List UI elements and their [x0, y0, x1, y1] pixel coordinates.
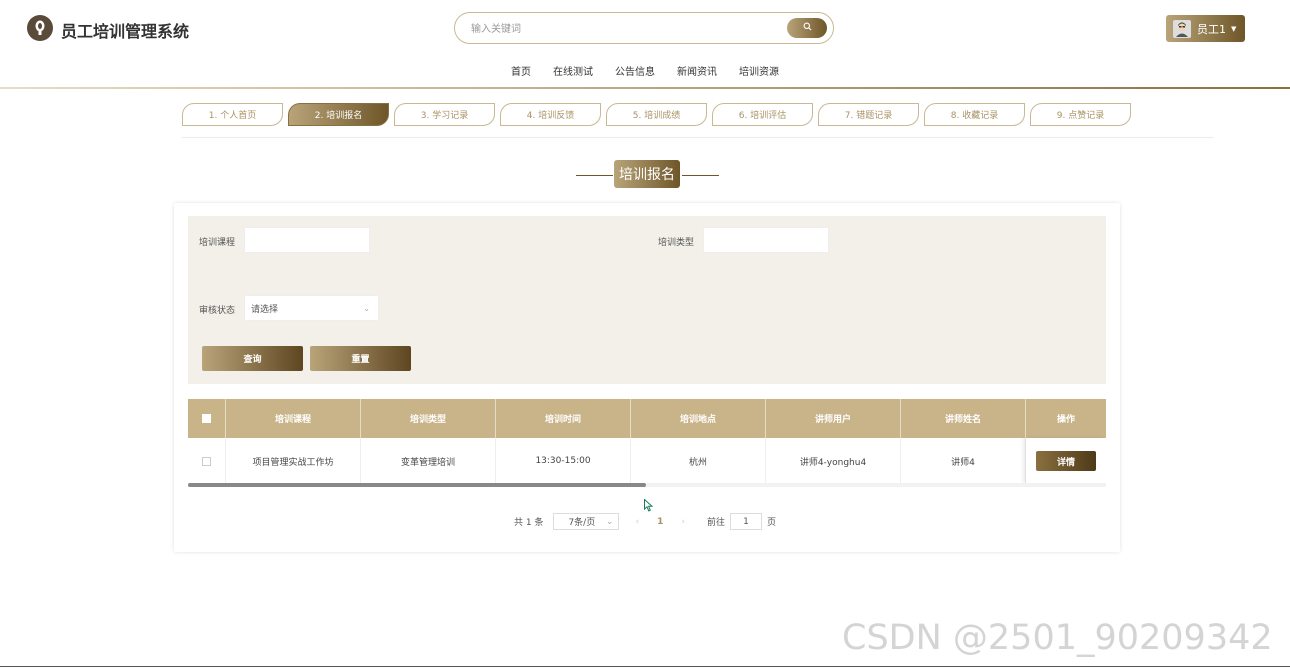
logo-icon	[27, 15, 53, 41]
page-suffix: 页	[766, 518, 776, 528]
col-lecturer-name: 讲师姓名	[901, 399, 1026, 438]
tab-training-scores[interactable]: 5. 培训成绩	[606, 103, 707, 126]
col-action: 操作	[1056, 415, 1075, 425]
tab-training-feedback[interactable]: 4. 培训反馈	[500, 103, 601, 126]
search-icon	[803, 22, 812, 34]
search-button[interactable]	[787, 18, 827, 38]
status-select-value: 请选择	[251, 304, 279, 315]
chevron-down-icon: ⌄	[363, 303, 370, 313]
tab-training-evaluation[interactable]: 6. 培训评估	[712, 103, 813, 126]
tab-wrong-questions[interactable]: 7. 错题记录	[818, 103, 919, 126]
table-row: 项目管理实战工作坊 变革管理培训 13:30-15:00 杭州 讲师4-yong…	[188, 438, 1106, 485]
cell-place: 杭州	[631, 438, 766, 484]
center-tabs: 1. 个人首页 2. 培训报名 3. 学习记录 4. 培训反馈 5. 培训成绩 …	[182, 103, 1136, 126]
course-input[interactable]	[244, 227, 370, 253]
tab-study-records[interactable]: 3. 学习记录	[394, 103, 495, 126]
watermark: CSDN @2501_90209342	[842, 618, 1273, 658]
tab-training-signup[interactable]: 2. 培训报名	[288, 103, 389, 126]
detail-button[interactable]: 详情	[1036, 451, 1096, 471]
bottom-border	[0, 666, 1290, 667]
tab-likes[interactable]: 9. 点赞记录	[1030, 103, 1131, 126]
select-all-cell	[188, 399, 226, 438]
page-size-value: 7条/页	[568, 518, 596, 528]
goto-label: 前往	[706, 518, 725, 528]
goto-page-input[interactable]: 1	[729, 513, 762, 530]
tab-divider	[182, 137, 1214, 138]
type-label: 培训类型	[658, 238, 695, 248]
main-nav: 首页 在线测试 公告信息 新闻资讯 培训资源	[0, 63, 1290, 78]
prev-page-icon[interactable]: ‹	[635, 517, 639, 527]
table-scrollbar[interactable]	[188, 483, 646, 487]
page-size-select[interactable]: 7条/页 ⌄	[553, 513, 620, 530]
title-line-right	[682, 175, 719, 176]
table-header: 培训课程 培训类型 培训时间 培训地点 讲师用户 讲师姓名 操作	[188, 399, 1106, 438]
app-title: 员工培训管理系统	[61, 22, 190, 41]
cell-lecturer-name: 讲师4	[901, 438, 1026, 484]
user-menu-button[interactable]: 员工1 ▼	[1166, 15, 1245, 42]
col-place: 培训地点	[631, 399, 766, 438]
next-page-icon[interactable]: ›	[681, 517, 685, 527]
col-lecturer-user: 讲师用户	[766, 399, 901, 438]
nav-item-home[interactable]: 首页	[511, 63, 531, 78]
query-button[interactable]: 查询	[202, 346, 303, 371]
row-select-cell	[188, 438, 226, 484]
search-input[interactable]	[469, 19, 773, 39]
status-select[interactable]: 请选择 ⌄	[244, 295, 379, 321]
section-title: 培训报名	[614, 160, 680, 188]
pagination-total: 共 1 条	[514, 518, 544, 528]
chevron-down-icon: ⌄	[605, 516, 614, 527]
pagination: 共 1 条 7条/页 ⌄ ‹ 1 › 前往 1 页	[514, 513, 776, 530]
cell-action: 详情	[1026, 438, 1106, 484]
status-label: 审核状态	[199, 306, 236, 316]
chevron-down-icon: ▼	[1231, 24, 1237, 33]
nav-item-news[interactable]: 新闻资讯	[677, 63, 717, 78]
tab-personal-home[interactable]: 1. 个人首页	[182, 103, 283, 126]
col-type: 培训类型	[361, 399, 496, 438]
course-label: 培训课程	[199, 238, 236, 248]
cell-lecturer-user: 讲师4-yonghu4	[766, 438, 901, 484]
nav-item-online-test[interactable]: 在线测试	[553, 63, 593, 78]
nav-item-notices[interactable]: 公告信息	[615, 63, 655, 78]
header-divider	[0, 87, 1290, 89]
page-number[interactable]: 1	[657, 517, 663, 527]
cell-type: 变革管理培训	[361, 438, 496, 484]
col-course: 培训课程	[226, 399, 361, 438]
tab-favorites[interactable]: 8. 收藏记录	[924, 103, 1025, 126]
cell-time: 13:30-15:00	[496, 438, 631, 484]
select-all-checkbox[interactable]	[202, 414, 211, 423]
type-input[interactable]	[703, 227, 829, 253]
row-checkbox[interactable]	[202, 456, 211, 466]
search-box	[454, 12, 834, 44]
title-line-left	[576, 175, 613, 176]
col-time: 培训时间	[496, 399, 631, 438]
avatar	[1173, 19, 1191, 38]
nav-item-resources[interactable]: 培训资源	[739, 63, 779, 78]
user-name: 员工1	[1197, 22, 1226, 36]
cell-course: 项目管理实战工作坊	[226, 438, 361, 484]
reset-button[interactable]: 重置	[310, 346, 411, 371]
